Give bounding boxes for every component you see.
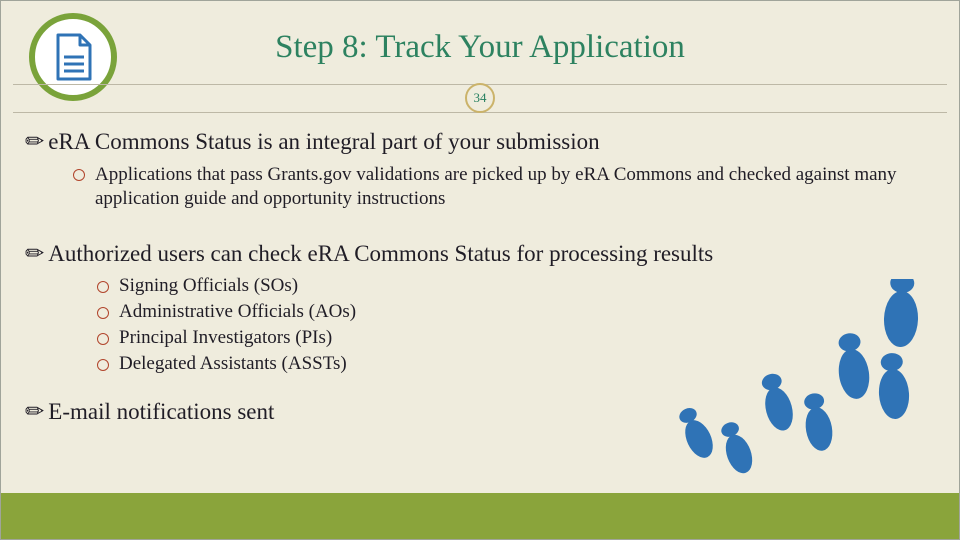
circle-bullet-icon (73, 169, 85, 181)
bullet-text: Signing Officials (SOs) (119, 275, 298, 297)
bullet-level1: ✏ E-mail notifications sent (25, 399, 935, 425)
content-area: ✏ eRA Commons Status is an integral part… (25, 123, 935, 433)
bullet-text: eRA Commons Status is an integral part o… (48, 129, 599, 155)
bullet-level1: ✏ Authorized users can check eRA Commons… (25, 241, 935, 267)
circle-bullet-icon (97, 307, 109, 319)
bullet-text: Administrative Officials (AOs) (119, 301, 356, 323)
bullet-text: Authorized users can check eRA Commons S… (48, 241, 713, 267)
bullet-level3: Principal Investigators (PIs) (97, 327, 935, 349)
footer-bar (1, 493, 959, 539)
swirl-bullet-icon: ✏ (25, 241, 44, 267)
swirl-bullet-icon: ✏ (25, 129, 44, 155)
bullet-level3: Delegated Assistants (ASSTs) (97, 353, 935, 375)
bullet-text: Principal Investigators (PIs) (119, 327, 332, 349)
bullet-level3: Signing Officials (SOs) (97, 275, 935, 297)
circle-bullet-icon (97, 281, 109, 293)
slide: Step 8: Track Your Application 34 ✏ eRA … (0, 0, 960, 540)
circle-bullet-icon (97, 333, 109, 345)
page-number-badge: 34 (465, 83, 495, 113)
bullet-text: Applications that pass Grants.gov valida… (95, 163, 935, 211)
slide-title: Step 8: Track Your Application (1, 29, 959, 66)
swirl-bullet-icon: ✏ (25, 399, 44, 425)
bullet-level2: Applications that pass Grants.gov valida… (73, 163, 935, 211)
circle-bullet-icon (97, 359, 109, 371)
bullet-text: E-mail notifications sent (48, 399, 274, 425)
bullet-level3: Administrative Officials (AOs) (97, 301, 935, 323)
bullet-text: Delegated Assistants (ASSTs) (119, 353, 347, 375)
bullet-level1: ✏ eRA Commons Status is an integral part… (25, 129, 935, 155)
